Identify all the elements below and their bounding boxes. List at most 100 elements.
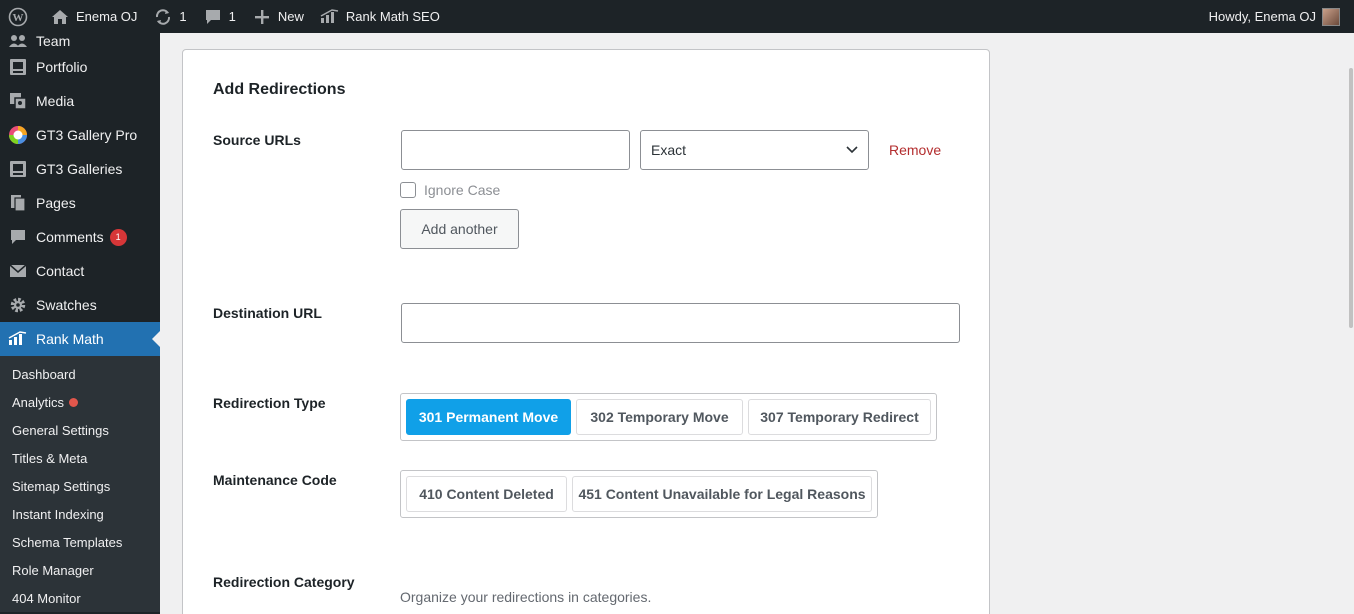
sidebar-item-label: Contact: [36, 263, 85, 279]
new-label: New: [277, 9, 304, 24]
ignore-case-checkbox[interactable]: [400, 182, 416, 198]
sidebar-item-label: Rank Math: [36, 331, 104, 347]
updates-icon: [153, 7, 173, 27]
gallery-pro-icon: [8, 125, 28, 145]
media-icon: [8, 91, 28, 111]
submenu-label: Instant Indexing: [12, 506, 104, 522]
rank-math-icon: [8, 329, 28, 349]
sidebar-item-gt3-galleries[interactable]: GT3 Galleries: [0, 152, 160, 186]
source-url-input[interactable]: [401, 130, 630, 170]
redirection-type-label: Redirection Type: [213, 395, 326, 411]
admin-bar: W Enema OJ 1 1 New Rank Math SEO Howdy, …: [0, 0, 1354, 33]
destination-url-label: Destination URL: [213, 305, 322, 321]
wordpress-icon: W: [8, 7, 28, 27]
submenu-schema-templates[interactable]: Schema Templates: [0, 528, 160, 556]
submenu-sitemap-settings[interactable]: Sitemap Settings: [0, 472, 160, 500]
pages-icon: [8, 193, 28, 213]
maintenance-code-group: 410 Content Deleted 451 Content Unavaila…: [400, 470, 878, 518]
sidebar-item-label: GT3 Galleries: [36, 161, 123, 177]
submenu-label: Schema Templates: [12, 534, 123, 550]
submenu-label: Sitemap Settings: [12, 478, 111, 494]
wordpress-logo-button[interactable]: W: [0, 0, 42, 33]
submenu-label: Titles & Meta: [12, 450, 88, 466]
updates-count: 1: [179, 9, 187, 24]
sidebar-item-comments[interactable]: Comments 1: [0, 220, 160, 254]
portfolio-icon: [8, 57, 28, 77]
galleries-icon: [8, 159, 28, 179]
plus-icon: [252, 7, 272, 27]
redirection-category-label: Redirection Category: [213, 574, 355, 590]
submenu-titles-meta[interactable]: Titles & Meta: [0, 444, 160, 472]
submenu-dashboard[interactable]: Dashboard: [0, 360, 160, 388]
comment-icon: [203, 7, 223, 27]
sidebar-item-pages[interactable]: Pages: [0, 186, 160, 220]
submenu-label: General Settings: [12, 422, 109, 438]
updates-link[interactable]: 1: [145, 0, 194, 33]
sidebar-item-swatches[interactable]: Swatches: [0, 288, 160, 322]
maintenance-code-label: Maintenance Code: [213, 472, 337, 488]
comments-link[interactable]: 1: [195, 0, 244, 33]
sidebar-item-gt3-gallery-pro[interactable]: GT3 Gallery Pro: [0, 118, 160, 152]
match-type-select[interactable]: Exact: [640, 130, 869, 170]
svg-text:W: W: [13, 12, 24, 24]
chevron-down-icon: [846, 146, 858, 154]
comments-icon: [8, 227, 28, 247]
category-help-text: Organize your redirections in categories…: [400, 589, 652, 605]
sidebar-item-label: Portfolio: [36, 59, 88, 75]
code-410-button[interactable]: 410 Content Deleted: [406, 476, 567, 512]
type-301-button[interactable]: 301 Permanent Move: [406, 399, 571, 435]
rank-math-submenu: Dashboard Analytics General Settings Tit…: [0, 356, 160, 612]
avatar: [1322, 7, 1340, 26]
admin-sidebar: Team Portfolio Media GT3 Gallery Pro GT3…: [0, 33, 160, 614]
submenu-404-monitor[interactable]: 404 Monitor: [0, 584, 160, 612]
sidebar-item-team[interactable]: Team: [0, 33, 160, 50]
site-name: Enema OJ: [76, 9, 138, 24]
sidebar-item-contact[interactable]: Contact: [0, 254, 160, 288]
gear-icon: [8, 295, 28, 315]
rank-math-seo-link[interactable]: Rank Math SEO: [312, 0, 448, 33]
rank-math-seo-label: Rank Math SEO: [345, 9, 440, 24]
sidebar-item-label: GT3 Gallery Pro: [36, 127, 138, 143]
home-icon: [50, 7, 70, 27]
sidebar-item-portfolio[interactable]: Portfolio: [0, 50, 160, 84]
submenu-label: 404 Monitor: [12, 590, 81, 606]
analytics-status-dot: [69, 397, 79, 407]
scrollbar-thumb[interactable]: [1349, 68, 1353, 328]
remove-link[interactable]: Remove: [889, 142, 941, 158]
sidebar-item-label: Swatches: [36, 297, 97, 313]
site-name-link[interactable]: Enema OJ: [42, 0, 145, 33]
sidebar-item-label: Comments: [36, 229, 104, 245]
page-scrollbar[interactable]: [1348, 33, 1354, 614]
comments-count: 1: [228, 9, 236, 24]
howdy-greeting: Howdy, Enema OJ: [1208, 9, 1316, 24]
sidebar-item-rank-math[interactable]: Rank Math: [0, 322, 160, 356]
destination-url-input[interactable]: [401, 303, 960, 343]
source-urls-label: Source URLs: [213, 132, 301, 148]
new-content-link[interactable]: New: [244, 0, 312, 33]
sidebar-item-label: Media: [36, 93, 75, 109]
code-451-button[interactable]: 451 Content Unavailable for Legal Reason…: [572, 476, 872, 512]
match-type-value: Exact: [651, 142, 687, 158]
type-302-button[interactable]: 302 Temporary Move: [576, 399, 743, 435]
submenu-label: Role Manager: [12, 562, 94, 578]
submenu-instant-indexing[interactable]: Instant Indexing: [0, 500, 160, 528]
submenu-general-settings[interactable]: General Settings: [0, 416, 160, 444]
sidebar-item-media[interactable]: Media: [0, 84, 160, 118]
submenu-analytics[interactable]: Analytics: [0, 388, 160, 416]
type-307-button[interactable]: 307 Temporary Redirect: [748, 399, 931, 435]
redirection-type-group: 301 Permanent Move 302 Temporary Move 30…: [400, 393, 937, 441]
page-title: Add Redirections: [213, 81, 346, 98]
my-account-link[interactable]: Howdy, Enema OJ: [1208, 7, 1354, 26]
add-redirections-card: Add Redirections Source URLs Exact Remov…: [182, 49, 990, 614]
sidebar-item-label: Team: [36, 33, 71, 49]
rank-math-icon: [320, 7, 340, 27]
comments-badge: 1: [109, 228, 127, 246]
add-another-button[interactable]: Add another: [400, 209, 519, 249]
mail-icon: [8, 261, 28, 281]
submenu-label: Analytics: [12, 394, 65, 410]
sidebar-item-label: Pages: [36, 195, 76, 211]
submenu-role-manager[interactable]: Role Manager: [0, 556, 160, 584]
ignore-case-row[interactable]: Ignore Case: [400, 182, 500, 198]
submenu-label: Dashboard: [12, 366, 76, 382]
ignore-case-label: Ignore Case: [424, 182, 501, 198]
